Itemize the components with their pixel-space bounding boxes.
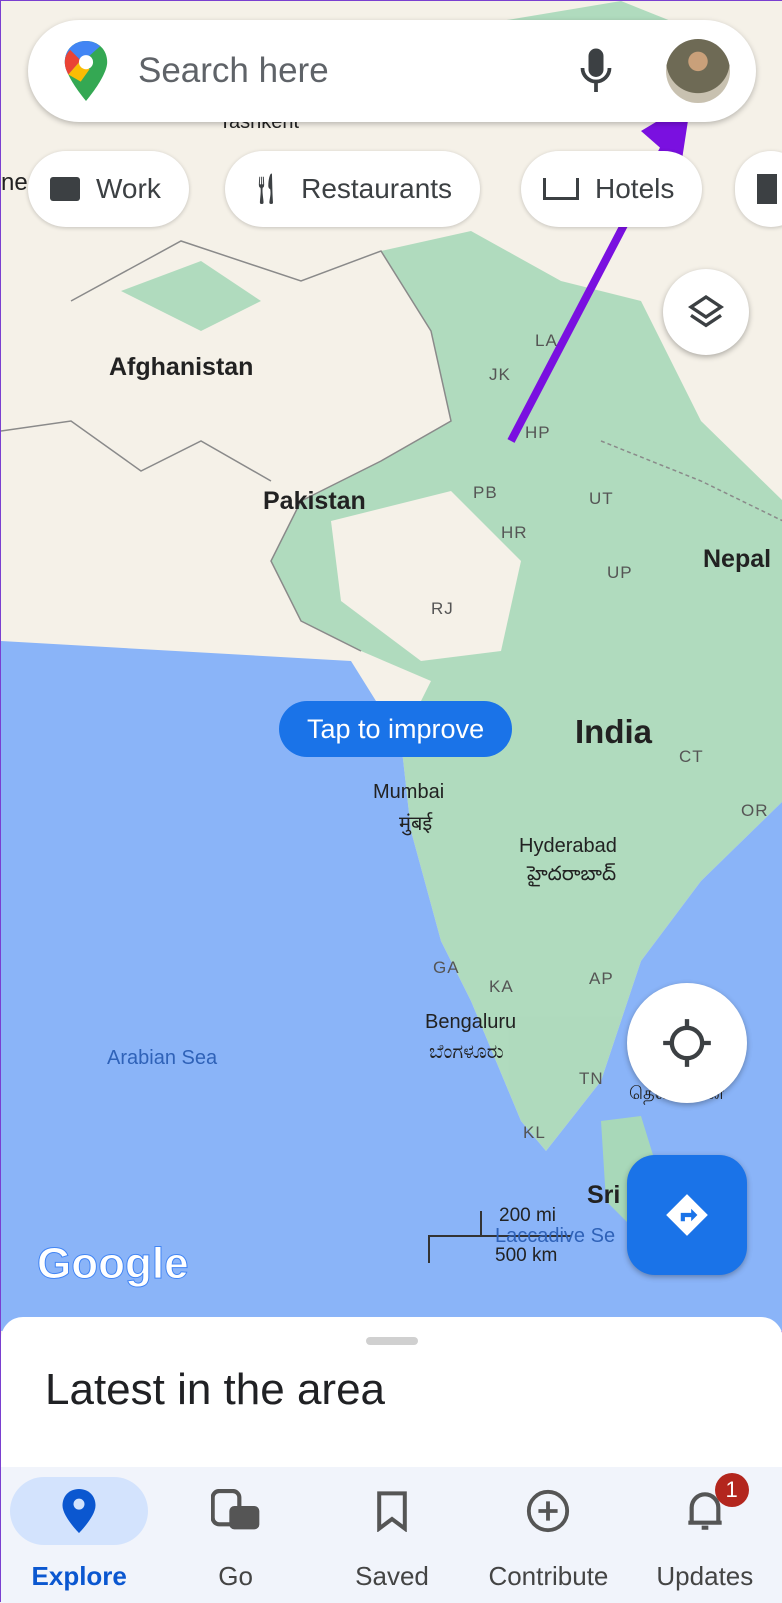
chip-work[interactable]: Work (28, 151, 189, 227)
label-hyderabad-telugu: హైదరాబాద్ (527, 863, 617, 885)
updates-badge: 1 (714, 1473, 749, 1507)
label-state: PB (473, 483, 498, 502)
explore-pin-icon (62, 1489, 96, 1533)
label-hyderabad: Hyderabad (519, 835, 617, 857)
label-state: GA (433, 958, 460, 977)
label-state: UP (607, 563, 633, 582)
label-state: LA (535, 331, 558, 350)
label-afghanistan: Afghanistan (109, 353, 254, 381)
chip-label: Hotels (595, 173, 675, 204)
label-state: KL (523, 1123, 546, 1142)
label-state: JK (489, 365, 511, 384)
add-circle-icon (527, 1489, 570, 1533)
nav-label: Explore (31, 1561, 127, 1591)
label-partial: ne (1, 169, 28, 196)
label-state: KA (489, 977, 514, 996)
label-state: HP (525, 423, 551, 442)
label-state: CT (679, 747, 704, 766)
label-state: TN (579, 1069, 604, 1088)
scale-km: 500 km (495, 1245, 558, 1266)
nav-label: Updates (656, 1561, 754, 1591)
label-arabian-sea: Arabian Sea (107, 1047, 218, 1069)
directions-icon (666, 1194, 708, 1236)
layers-button[interactable] (663, 269, 749, 355)
avatar[interactable] (666, 39, 730, 103)
label-state: HR (501, 523, 528, 542)
label-mumbai: Mumbai (373, 781, 445, 803)
nav-saved[interactable]: Saved (314, 1467, 470, 1603)
crosshair-icon (663, 1019, 711, 1067)
label-mumbai-hindi: मुंबई (399, 813, 433, 835)
label-state: RJ (431, 599, 454, 618)
nav-label: Contribute (488, 1561, 609, 1591)
bed-icon (543, 178, 579, 200)
gas-station-icon (757, 174, 777, 204)
layers-icon (687, 294, 725, 328)
label-state: OR (741, 801, 769, 820)
label-state: UT (589, 489, 614, 508)
microphone-icon[interactable] (578, 48, 614, 94)
directions-button[interactable] (627, 1155, 747, 1275)
chip-label: Work (96, 173, 161, 204)
label-bengaluru: Bengaluru (425, 1011, 517, 1033)
chip-restaurants[interactable]: 🍴︎ Restaurants (225, 151, 481, 227)
tap-to-improve-button[interactable]: Tap to improve (279, 701, 513, 757)
chip-label: Restaurants (301, 173, 453, 204)
label-pakistan: Pakistan (263, 487, 366, 515)
sheet-title: Latest in the area (45, 1365, 386, 1414)
google-logo: Google (37, 1239, 190, 1289)
label-sri-lanka: Sri (587, 1181, 621, 1209)
search-input[interactable]: Search here (138, 51, 578, 91)
bookmark-icon (377, 1491, 407, 1532)
nav-label: Saved (355, 1561, 429, 1591)
nav-label: Go (218, 1561, 253, 1591)
fork-knife-icon: 🍴︎ (247, 172, 286, 206)
label-bengaluru-kannada: ಬೆಂಗಳೂರು (429, 1041, 504, 1063)
chip-hotels[interactable]: Hotels (521, 151, 703, 227)
google-maps-pin-icon (64, 41, 108, 101)
label-nepal: Nepal (703, 545, 772, 573)
search-bar[interactable]: Search here (28, 20, 756, 122)
briefcase-icon (50, 177, 80, 201)
transit-car-icon (210, 1489, 259, 1530)
bottom-sheet[interactable]: Latest in the area (1, 1317, 782, 1477)
label-india: India (575, 713, 653, 750)
label-state: AP (589, 969, 614, 988)
nav-updates[interactable]: 1 Updates (627, 1467, 782, 1603)
nav-go[interactable]: Go (157, 1467, 313, 1603)
bottom-nav: Explore Go Saved Contribute 1 Updates (1, 1467, 782, 1603)
nav-explore[interactable]: Explore (1, 1467, 157, 1603)
drag-handle[interactable] (366, 1337, 418, 1345)
scale-miles: 200 mi (499, 1205, 557, 1226)
my-location-button[interactable] (627, 983, 747, 1103)
nav-contribute[interactable]: Contribute (470, 1467, 626, 1603)
